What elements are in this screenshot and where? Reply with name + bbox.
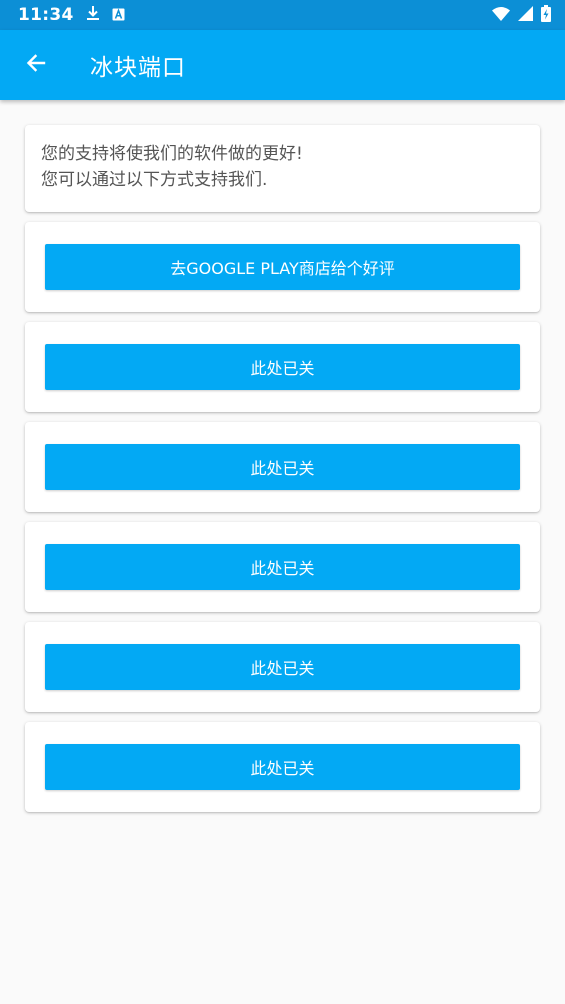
wifi-icon bbox=[492, 6, 510, 25]
support-list: 您的支持将使我们的软件做的更好! 您可以通过以下方式支持我们. 去GOOGLE … bbox=[25, 125, 540, 822]
a-box-icon bbox=[112, 6, 125, 25]
disabled-card: 此处已关 bbox=[25, 322, 540, 412]
disabled-button[interactable]: 此处已关 bbox=[45, 644, 520, 690]
download-icon bbox=[86, 5, 100, 25]
rate-card: 去GOOGLE PLAY商店给个好评 bbox=[25, 222, 540, 312]
disabled-card: 此处已关 bbox=[25, 722, 540, 812]
disabled-card: 此处已关 bbox=[25, 522, 540, 612]
info-line-2: 您可以通过以下方式支持我们. bbox=[41, 170, 268, 190]
disabled-button[interactable]: 此处已关 bbox=[45, 444, 520, 490]
arrow-left-icon bbox=[24, 51, 48, 79]
status-bar: 11:34 bbox=[0, 0, 565, 30]
info-line-1: 您的支持将使我们的软件做的更好! bbox=[41, 144, 303, 164]
signal-icon bbox=[518, 5, 533, 25]
disabled-button[interactable]: 此处已关 bbox=[45, 344, 520, 390]
disabled-card: 此处已关 bbox=[25, 422, 540, 512]
status-time: 11:34 bbox=[18, 5, 74, 25]
app-bar: 冰块端口 bbox=[0, 30, 565, 100]
info-card: 您的支持将使我们的软件做的更好! 您可以通过以下方式支持我们. bbox=[25, 125, 540, 212]
page-title: 冰块端口 bbox=[90, 55, 186, 81]
battery-charging-icon bbox=[541, 4, 551, 26]
disabled-card: 此处已关 bbox=[25, 622, 540, 712]
disabled-button[interactable]: 此处已关 bbox=[45, 544, 520, 590]
rate-google-play-button[interactable]: 去GOOGLE PLAY商店给个好评 bbox=[45, 244, 520, 290]
back-button[interactable] bbox=[16, 45, 56, 85]
disabled-button[interactable]: 此处已关 bbox=[45, 744, 520, 790]
